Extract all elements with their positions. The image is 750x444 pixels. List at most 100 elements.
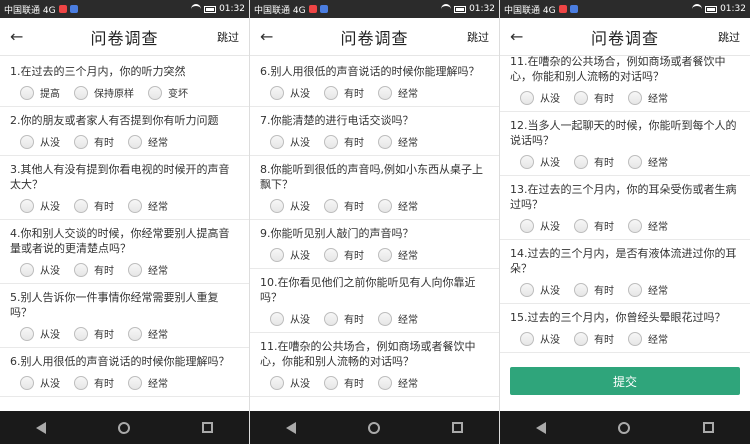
option-radio[interactable]: 经常 <box>378 198 418 213</box>
option-radio[interactable]: 从没 <box>270 375 310 390</box>
radio-icon[interactable] <box>270 375 284 390</box>
radio-icon[interactable] <box>20 375 34 390</box>
option-radio[interactable]: 有时 <box>324 247 364 262</box>
option-radio[interactable]: 经常 <box>378 134 418 149</box>
radio-icon[interactable] <box>378 134 392 149</box>
option-radio[interactable]: 从没 <box>20 198 60 213</box>
radio-icon[interactable] <box>20 262 34 277</box>
option-radio[interactable]: 有时 <box>324 198 364 213</box>
radio-icon[interactable] <box>628 90 642 105</box>
radio-icon[interactable] <box>324 198 338 213</box>
nav-back-icon[interactable] <box>286 421 296 434</box>
question-list[interactable]: 1.在过去的三个月内，你的听力突然 提高 保持原样 变坏 2.你的朋友或者家人有… <box>0 56 249 411</box>
option-radio[interactable]: 经常 <box>128 326 168 341</box>
option-radio[interactable]: 经常 <box>128 134 168 149</box>
option-radio[interactable]: 有时 <box>574 154 614 169</box>
nav-home-icon[interactable] <box>618 421 631 434</box>
option-radio[interactable]: 经常 <box>628 218 668 233</box>
option-radio[interactable]: 经常 <box>628 90 668 105</box>
radio-icon[interactable] <box>270 311 284 326</box>
radio-icon[interactable] <box>520 218 534 233</box>
option-radio[interactable]: 经常 <box>628 154 668 169</box>
option-radio[interactable]: 经常 <box>128 198 168 213</box>
option-radio[interactable]: 有时 <box>574 282 614 297</box>
radio-icon[interactable] <box>270 247 284 262</box>
skip-button[interactable]: 跳过 <box>716 29 740 45</box>
radio-icon[interactable] <box>128 198 142 213</box>
nav-recent-icon[interactable] <box>702 422 714 433</box>
radio-icon[interactable] <box>628 218 642 233</box>
radio-icon[interactable] <box>20 134 34 149</box>
radio-icon[interactable] <box>378 311 392 326</box>
radio-icon[interactable] <box>74 85 88 100</box>
radio-icon[interactable] <box>270 134 284 149</box>
option-radio[interactable]: 从没 <box>520 331 560 346</box>
radio-icon[interactable] <box>148 85 162 100</box>
radio-icon[interactable] <box>378 198 392 213</box>
radio-icon[interactable] <box>574 282 588 297</box>
option-radio[interactable]: 从没 <box>520 218 560 233</box>
radio-icon[interactable] <box>128 262 142 277</box>
option-radio[interactable]: 有时 <box>74 262 114 277</box>
option-radio[interactable]: 有时 <box>324 85 364 100</box>
radio-icon[interactable] <box>574 331 588 346</box>
radio-icon[interactable] <box>20 198 34 213</box>
nav-recent-icon[interactable] <box>202 422 213 433</box>
radio-icon[interactable] <box>574 218 588 233</box>
radio-icon[interactable] <box>628 154 642 169</box>
radio-icon[interactable] <box>628 331 642 346</box>
radio-icon[interactable] <box>324 85 338 100</box>
radio-icon[interactable] <box>378 375 392 390</box>
radio-icon[interactable] <box>574 154 588 169</box>
back-arrow-icon[interactable]: ← <box>510 27 534 46</box>
nav-home-icon[interactable] <box>118 421 130 434</box>
option-radio[interactable]: 有时 <box>74 326 114 341</box>
radio-icon[interactable] <box>378 247 392 262</box>
radio-icon[interactable] <box>20 326 34 341</box>
option-radio[interactable]: 经常 <box>628 282 668 297</box>
radio-icon[interactable] <box>520 282 534 297</box>
option-radio[interactable]: 有时 <box>324 311 364 326</box>
option-radio[interactable]: 有时 <box>574 218 614 233</box>
radio-icon[interactable] <box>520 331 534 346</box>
back-arrow-icon[interactable]: ← <box>260 27 284 46</box>
radio-icon[interactable] <box>20 85 34 100</box>
option-radio[interactable]: 变坏 <box>148 85 188 100</box>
option-radio[interactable]: 有时 <box>324 134 364 149</box>
radio-icon[interactable] <box>128 134 142 149</box>
option-radio[interactable]: 有时 <box>74 198 114 213</box>
option-radio[interactable]: 从没 <box>520 90 560 105</box>
radio-icon[interactable] <box>324 311 338 326</box>
option-radio[interactable]: 有时 <box>574 90 614 105</box>
option-radio[interactable]: 从没 <box>20 326 60 341</box>
question-list[interactable]: 6.别人用很低的声音说话的时候你能理解吗？ 从没 有时 经常 7.你能清楚的进行… <box>250 56 499 411</box>
option-radio[interactable]: 经常 <box>128 262 168 277</box>
option-radio[interactable]: 从没 <box>270 134 310 149</box>
option-radio[interactable]: 从没 <box>270 311 310 326</box>
option-radio[interactable]: 经常 <box>378 375 418 390</box>
option-radio[interactable]: 从没 <box>270 198 310 213</box>
question-list[interactable]: 11.在嘈杂的公共场合，例如商场或者餐饮中心，你能和别人流畅的对话吗？ 从没 有… <box>500 56 750 411</box>
option-radio[interactable]: 从没 <box>520 154 560 169</box>
option-radio[interactable]: 有时 <box>74 375 114 390</box>
radio-icon[interactable] <box>74 375 88 390</box>
option-radio[interactable]: 保持原样 <box>74 85 134 100</box>
submit-button[interactable]: 提交 <box>510 367 740 395</box>
back-arrow-icon[interactable]: ← <box>10 27 34 46</box>
radio-icon[interactable] <box>128 326 142 341</box>
option-radio[interactable]: 从没 <box>20 262 60 277</box>
radio-icon[interactable] <box>74 198 88 213</box>
option-radio[interactable]: 有时 <box>324 375 364 390</box>
option-radio[interactable]: 从没 <box>270 85 310 100</box>
option-radio[interactable]: 经常 <box>628 331 668 346</box>
nav-home-icon[interactable] <box>368 421 380 434</box>
radio-icon[interactable] <box>628 282 642 297</box>
option-radio[interactable]: 提高 <box>20 85 60 100</box>
nav-back-icon[interactable] <box>36 421 46 434</box>
skip-button[interactable]: 跳过 <box>465 29 489 45</box>
radio-icon[interactable] <box>324 134 338 149</box>
option-radio[interactable]: 有时 <box>574 331 614 346</box>
option-radio[interactable]: 从没 <box>20 134 60 149</box>
radio-icon[interactable] <box>520 154 534 169</box>
option-radio[interactable]: 有时 <box>74 134 114 149</box>
